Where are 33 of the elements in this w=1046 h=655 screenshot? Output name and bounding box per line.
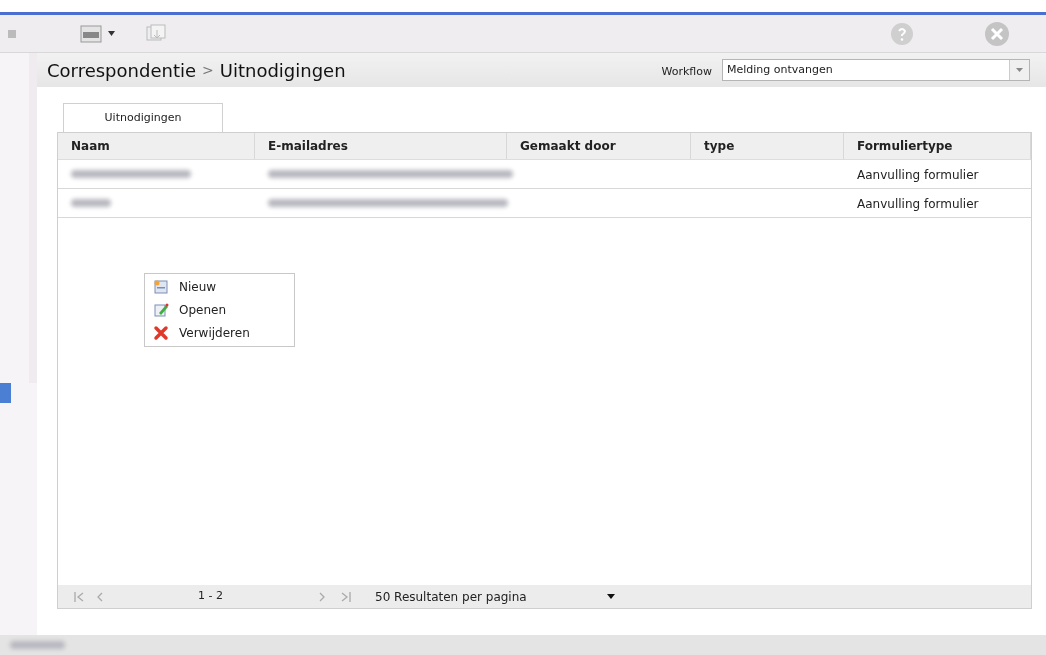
delete-cross-icon xyxy=(153,325,169,341)
menu-item[interactable]: Nieuw xyxy=(153,277,286,297)
menu-item[interactable]: Openen xyxy=(153,300,286,320)
column-header[interactable]: Formuliertype xyxy=(844,133,1031,159)
column-header[interactable]: E-mailadres xyxy=(255,133,507,159)
column-header[interactable]: type xyxy=(691,133,844,159)
table-cell: Aanvulling formulier xyxy=(857,168,979,182)
last-page-icon[interactable] xyxy=(340,591,351,602)
next-page-icon[interactable] xyxy=(318,591,326,602)
help-icon[interactable] xyxy=(890,21,914,46)
menu-item[interactable]: Verwijderen xyxy=(153,323,286,343)
page-size-dropdown[interactable]: 50 Resultaten per pagina xyxy=(375,587,615,606)
tab[interactable]: Uitnodigingen xyxy=(63,103,223,132)
selected-item-marker xyxy=(0,383,11,403)
caret-icon xyxy=(1016,68,1023,72)
column-header[interactable]: Naam xyxy=(58,133,255,159)
document-icon xyxy=(153,279,169,295)
page-range: 1 - 2 xyxy=(198,588,224,605)
column-header[interactable]: Gemaakt door xyxy=(507,133,691,159)
workflow-dropdown[interactable]: Melding ontvangen xyxy=(722,59,1030,81)
documents-arrow-icon[interactable] xyxy=(145,23,167,44)
pencil-document-icon xyxy=(153,302,169,318)
table-cell: Aanvulling formulier xyxy=(857,197,979,211)
workflow-label: Workflow xyxy=(661,63,712,80)
pdf-document-icon xyxy=(80,24,102,43)
caret-icon xyxy=(108,31,115,36)
breadcrumb-current: Uitnodigingen xyxy=(219,58,346,83)
previous-page-icon[interactable] xyxy=(96,591,104,602)
breadcrumb-parent[interactable]: Correspondentie xyxy=(47,56,196,84)
pdf-button[interactable] xyxy=(80,24,115,43)
close-icon[interactable] xyxy=(984,20,1010,47)
caret-icon xyxy=(607,594,615,599)
breadcrumb-separator: > xyxy=(202,60,214,80)
